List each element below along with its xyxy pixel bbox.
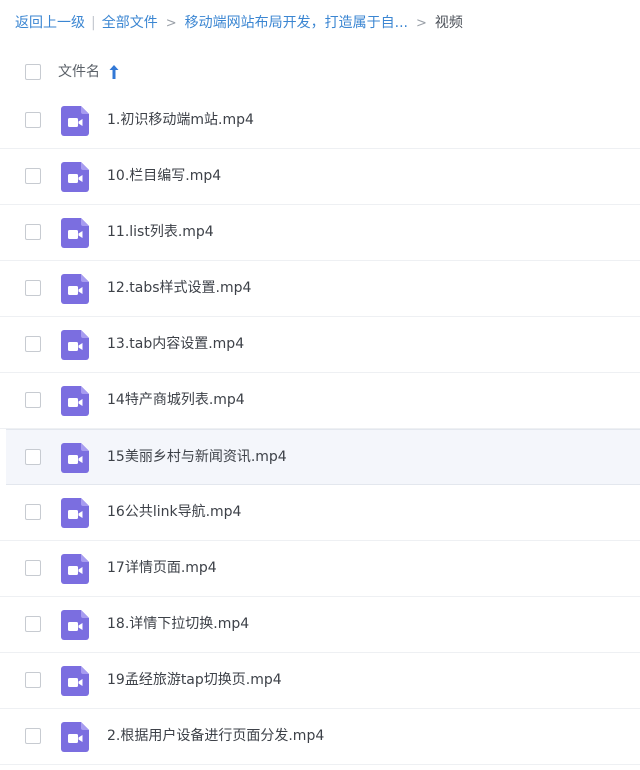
video-file-icon: [61, 666, 89, 696]
video-file-icon: [61, 106, 89, 136]
file-name[interactable]: 10.栏目编写.mp4: [107, 166, 221, 186]
video-file-icon: [61, 554, 89, 584]
video-file-icon: [61, 162, 89, 192]
file-row[interactable]: 2.根据用户设备进行页面分发.mp4: [0, 709, 640, 765]
file-list: 1.初识移动端m站.mp4 10.栏目编写.mp4 11.list列表.mp4 12.…: [0, 93, 640, 765]
file-checkbox[interactable]: [25, 112, 41, 128]
file-row[interactable]: 19孟经旅游tap切换页.mp4: [0, 653, 640, 709]
breadcrumb-arrow-icon: >: [415, 16, 427, 31]
folder-link[interactable]: 移动端网站布局开发，打造属于自...: [185, 15, 408, 31]
file-name[interactable]: 11.list列表.mp4: [107, 222, 214, 242]
breadcrumb-separator: |: [91, 15, 96, 31]
video-file-icon: [61, 330, 89, 360]
file-checkbox[interactable]: [25, 449, 41, 465]
video-file-icon: [61, 722, 89, 752]
file-row[interactable]: 15美丽乡村与新闻资讯.mp4: [6, 429, 640, 485]
file-name[interactable]: 12.tabs样式设置.mp4: [107, 278, 251, 298]
file-checkbox[interactable]: [25, 336, 41, 352]
column-title-filename[interactable]: 文件名: [58, 62, 100, 82]
file-checkbox[interactable]: [25, 616, 41, 632]
file-name[interactable]: 19孟经旅游tap切换页.mp4: [107, 670, 282, 690]
file-row[interactable]: 11.list列表.mp4: [0, 205, 640, 261]
current-folder: 视频: [434, 15, 463, 31]
back-link[interactable]: 返回上一级: [15, 15, 85, 31]
file-row[interactable]: 18.详情下拉切换.mp4: [0, 597, 640, 653]
arrow-up-icon[interactable]: [108, 61, 122, 81]
file-browser: 返回上一级 | 全部文件 > 移动端网站布局开发，打造属于自... > 视频 文件名 1.初…: [0, 0, 640, 770]
file-name[interactable]: 15美丽乡村与新闻资讯.mp4: [107, 447, 287, 467]
file-row[interactable]: 1.初识移动端m站.mp4: [0, 93, 640, 149]
file-name[interactable]: 2.根据用户设备进行页面分发.mp4: [107, 726, 324, 746]
video-file-icon: [61, 443, 89, 473]
file-name[interactable]: 1.初识移动端m站.mp4: [107, 110, 254, 130]
file-checkbox[interactable]: [25, 392, 41, 408]
video-file-icon: [61, 274, 89, 304]
all-files-link[interactable]: 全部文件: [102, 15, 158, 31]
file-name[interactable]: 17详情页面.mp4: [107, 558, 217, 578]
file-checkbox[interactable]: [25, 224, 41, 240]
video-file-icon: [61, 218, 89, 248]
file-checkbox[interactable]: [25, 728, 41, 744]
list-header: 文件名: [0, 52, 640, 92]
file-checkbox[interactable]: [25, 280, 41, 296]
file-checkbox[interactable]: [25, 672, 41, 688]
file-row[interactable]: 14特产商城列表.mp4: [0, 373, 640, 429]
file-name[interactable]: 13.tab内容设置.mp4: [107, 334, 244, 354]
file-name[interactable]: 14特产商城列表.mp4: [107, 390, 245, 410]
video-file-icon: [61, 498, 89, 528]
file-row[interactable]: 10.栏目编写.mp4: [0, 149, 640, 205]
video-file-icon: [61, 610, 89, 640]
file-checkbox[interactable]: [25, 560, 41, 576]
file-row[interactable]: 13.tab内容设置.mp4: [0, 317, 640, 373]
file-checkbox[interactable]: [25, 168, 41, 184]
select-all-checkbox[interactable]: [25, 64, 41, 80]
file-name[interactable]: 18.详情下拉切换.mp4: [107, 614, 249, 634]
file-row[interactable]: 17详情页面.mp4: [0, 541, 640, 597]
breadcrumb: 返回上一级 | 全部文件 > 移动端网站布局开发，打造属于自... > 视频: [15, 12, 463, 34]
breadcrumb-arrow-icon: >: [165, 16, 177, 31]
file-name[interactable]: 16公共link导航.mp4: [107, 502, 241, 522]
file-checkbox[interactable]: [25, 504, 41, 520]
file-row[interactable]: 16公共link导航.mp4: [0, 485, 640, 541]
file-row[interactable]: 12.tabs样式设置.mp4: [0, 261, 640, 317]
video-file-icon: [61, 386, 89, 416]
